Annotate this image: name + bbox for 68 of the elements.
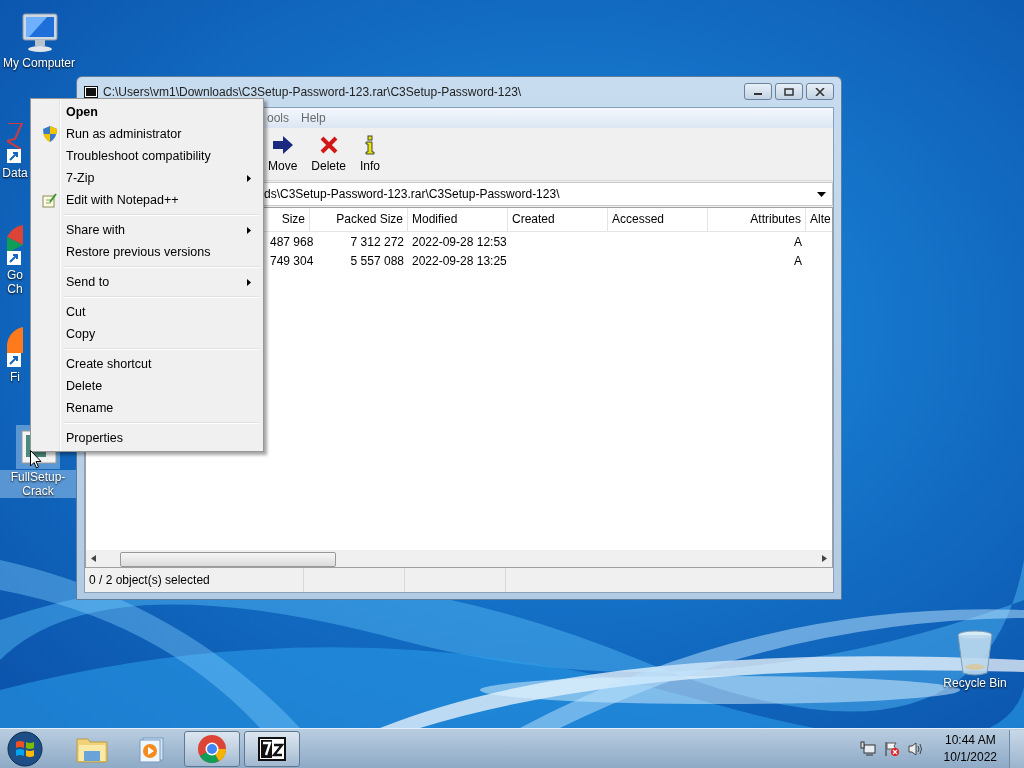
close-button[interactable] (806, 83, 834, 100)
maximize-icon (784, 87, 794, 96)
table-cell-text: 7 312 272 (349, 234, 405, 249)
menu-item[interactable]: Restore previous versions (33, 241, 261, 263)
menu-item[interactable]: Create shortcut (33, 353, 261, 375)
icon-label[interactable]: My Computer (0, 56, 78, 70)
table-cell-text: 5 557 088 (349, 253, 405, 268)
notepad-icon (42, 192, 57, 208)
recycle-bin-icon (955, 629, 995, 677)
maximize-button[interactable] (775, 83, 803, 100)
menu-item[interactable]: ools (267, 111, 289, 125)
volume-icon (907, 740, 924, 757)
submenu-arrow-icon (247, 174, 251, 182)
table-cell-text: A (793, 253, 803, 268)
close-icon (815, 87, 825, 96)
column-header[interactable]: Accessed (608, 208, 708, 231)
start-button[interactable] (6, 729, 44, 768)
delete-icon (318, 135, 339, 155)
horizontal-scrollbar[interactable] (86, 550, 832, 567)
column-header[interactable]: Created (508, 208, 608, 231)
icon-label[interactable]: Fi (0, 370, 30, 384)
menu-item[interactable]: Properties (33, 427, 261, 449)
column-header[interactable]: Attributes (708, 208, 806, 231)
menu-item[interactable]: Troubleshoot compatibility (33, 145, 261, 167)
column-header[interactable]: Alte (806, 208, 832, 231)
app-icon (84, 86, 98, 98)
media-player-icon (138, 734, 166, 763)
shield-icon (42, 126, 57, 142)
column-header[interactable]: Size (266, 208, 310, 231)
toolbar-button[interactable]: Info (357, 133, 384, 175)
menu-item[interactable]: Delete (33, 375, 261, 397)
menu-item[interactable]: Copy (33, 323, 261, 345)
clock-time[interactable]: 10:44 AM (944, 731, 996, 749)
clock-date[interactable]: 10/1/2022 (943, 748, 997, 766)
shortcut-icon (7, 123, 23, 163)
submenu-arrow-icon (247, 278, 251, 286)
icon-label[interactable]: Recycle Bin (936, 676, 1014, 690)
taskbar-button[interactable] (244, 730, 300, 767)
info-icon (363, 135, 378, 155)
submenu-arrow-icon (247, 226, 251, 234)
menu-item[interactable]: Share with (33, 219, 261, 241)
menu-item[interactable]: Open (33, 101, 261, 123)
table-cell-text: A (793, 234, 803, 249)
network-icon (859, 740, 876, 757)
menu-item[interactable]: Run as administrator (33, 123, 261, 145)
minimize-button[interactable] (744, 83, 772, 100)
menu-item[interactable]: Help (301, 111, 326, 125)
status-text: 0 / 2 object(s) selected (85, 568, 304, 592)
scroll-thumb[interactable] (120, 552, 336, 567)
flag-icon (883, 740, 900, 757)
toolbar-button[interactable]: Delete (308, 133, 350, 175)
scroll-left-icon (91, 555, 96, 562)
right-arrow-icon (271, 135, 294, 155)
menu-item[interactable]: Send to (33, 271, 261, 293)
scroll-right-icon (822, 555, 827, 562)
icon-label[interactable]: Data (0, 166, 30, 180)
table-cell-text: 2022-09-28 13:25 (411, 253, 508, 268)
show-desktop-button[interactable] (1009, 729, 1024, 768)
menu-item[interactable]: Rename (33, 397, 261, 419)
icon-label[interactable]: Go Ch (0, 268, 30, 296)
column-header[interactable]: Packed Size (310, 208, 408, 231)
menu-item[interactable]: Cut (33, 301, 261, 323)
window-title: C:\Users\vm1\Downloads\C3Setup-Password-123.rar\C3Setup-Password-123\ (103, 85, 523, 99)
archive-app-icon (257, 735, 287, 762)
column-header[interactable]: Modified (408, 208, 508, 231)
table-cell-text: 2022-09-28 12:53 (411, 234, 508, 249)
toolbar-button[interactable]: Move (265, 133, 301, 175)
dropdown-arrow-icon (817, 191, 826, 197)
